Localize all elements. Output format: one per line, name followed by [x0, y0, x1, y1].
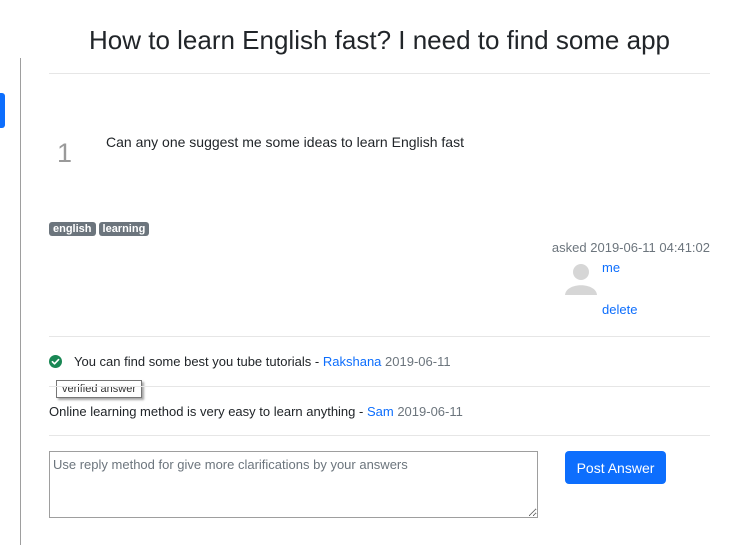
vote-count: 1: [57, 138, 73, 168]
sidebar-divider: [20, 58, 21, 545]
tag-learning[interactable]: learning: [98, 222, 150, 236]
answer-author-link[interactable]: Rakshana: [323, 354, 382, 369]
question-title: How to learn English fast? I need to fin…: [88, 25, 670, 55]
tag-list: english learning: [49, 222, 150, 236]
answer-row: You can find some best you tube tutorial…: [74, 354, 451, 370]
check-circle-icon: [49, 355, 62, 368]
post-answer-button[interactable]: Post Answer: [565, 451, 666, 484]
answer-date: 2019-06-11: [385, 354, 451, 369]
delete-link[interactable]: delete: [602, 302, 637, 318]
answer-author-link[interactable]: Sam: [367, 404, 394, 419]
verified-tooltip: verified answer: [56, 380, 142, 398]
user-avatar-icon: [565, 264, 597, 295]
question-divider: [49, 336, 710, 337]
question-body: Can any one suggest me some ideas to lea…: [106, 134, 464, 150]
answers-divider: [49, 435, 710, 436]
sidebar-toggle-tab[interactable]: [0, 93, 5, 128]
answer-divider: [49, 386, 710, 387]
answer-separator: -: [355, 404, 367, 419]
answer-text: You can find some best you tube tutorial…: [74, 354, 312, 369]
tag-english[interactable]: english: [49, 222, 96, 236]
reply-textarea[interactable]: [49, 451, 538, 518]
asked-label: asked: [551, 240, 587, 255]
answer-row: Online learning method is very easy to l…: [49, 404, 463, 420]
asked-date: 2019-06-11 04:41:02: [590, 240, 710, 255]
user-link[interactable]: me: [602, 260, 620, 276]
title-divider: [49, 73, 710, 74]
answer-text: Online learning method is very easy to l…: [49, 404, 356, 419]
answer-separator: -: [311, 354, 323, 369]
answer-date: 2019-06-11: [397, 404, 463, 419]
asked-info: asked 2019-06-11 04:41:02: [552, 240, 710, 256]
